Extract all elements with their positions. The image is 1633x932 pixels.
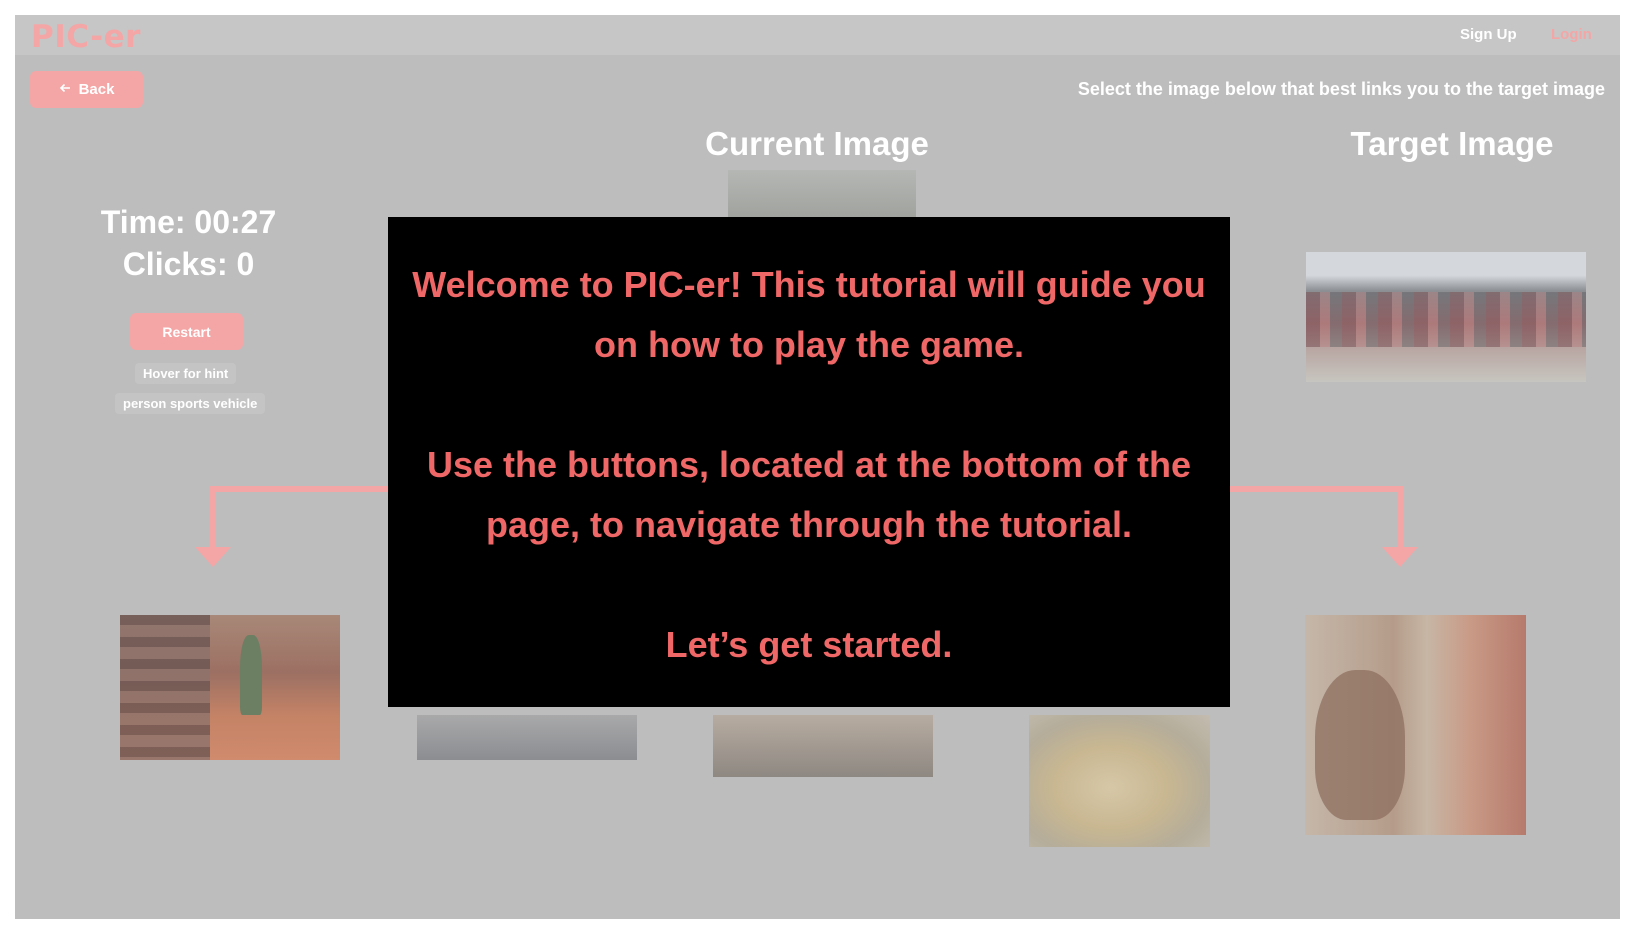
- tutorial-navigation-text: Use the buttons, located at the bottom o…: [427, 444, 1191, 545]
- option-image-5[interactable]: [1305, 615, 1526, 835]
- arrow-left-head: [195, 547, 231, 567]
- option-image-1[interactable]: [120, 615, 340, 760]
- tutorial-start-text: Let’s get started.: [665, 624, 953, 665]
- option-image-4[interactable]: [1029, 715, 1210, 847]
- option-image-3[interactable]: [713, 715, 933, 777]
- tutorial-modal: Welcome to PIC-er! This tutorial will gu…: [388, 217, 1230, 707]
- tutorial-welcome-text: Welcome to PIC-er! This tutorial will gu…: [412, 264, 1206, 365]
- arrow-right-connector: [1215, 486, 1403, 550]
- arrow-left-connector: [210, 486, 395, 550]
- option-image-2[interactable]: [417, 715, 637, 760]
- arrow-right-head: [1382, 547, 1418, 567]
